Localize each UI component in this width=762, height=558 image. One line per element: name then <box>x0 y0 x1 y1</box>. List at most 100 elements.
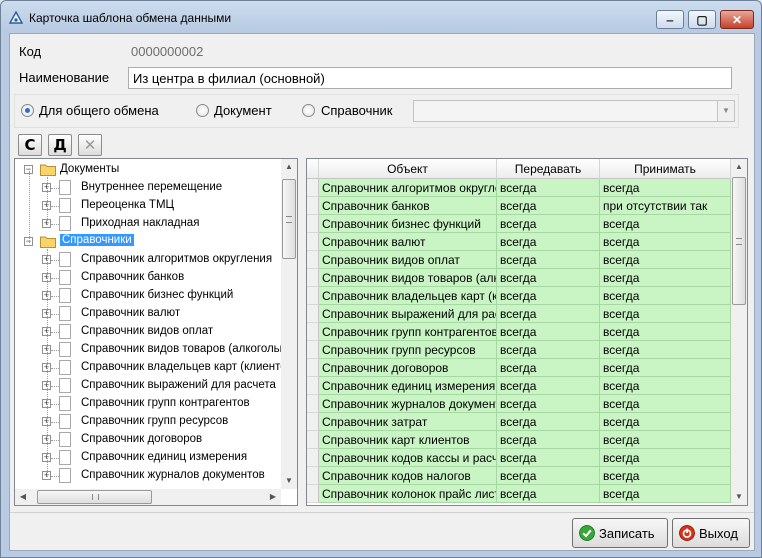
table-cell[interactable]: всегда <box>497 251 600 269</box>
row-indicator[interactable] <box>307 431 319 449</box>
table-cell[interactable]: Справочник групп контрагентов <box>319 323 497 341</box>
tree-item-label[interactable]: Приходная накладная <box>81 217 199 229</box>
radio-reference[interactable] <box>302 104 315 117</box>
table-cell[interactable]: всегда <box>497 359 600 377</box>
tree-item-label[interactable]: Справочник единиц измерения <box>81 451 247 463</box>
table-cell[interactable]: всегда <box>497 305 600 323</box>
table-row[interactable]: Справочник групп ресурсов всегда всегда <box>307 341 731 359</box>
table-cell[interactable]: всегда <box>600 341 731 359</box>
table-row[interactable]: Справочник выражений для расчетавсегдавс… <box>307 305 731 323</box>
row-indicator[interactable] <box>307 413 319 431</box>
row-indicator[interactable] <box>307 449 319 467</box>
minimize-button[interactable]: ‒ <box>656 10 684 29</box>
radio-reference-label[interactable]: Справочник <box>321 103 393 118</box>
row-indicator[interactable] <box>307 287 319 305</box>
scroll-up-icon[interactable]: ▲ <box>731 159 747 175</box>
delete-button[interactable]: Д <box>48 134 72 156</box>
tree-hscroll-thumb[interactable] <box>37 490 152 504</box>
table-row[interactable]: Справочник валют всегда всегда <box>307 233 731 251</box>
table-row[interactable]: Справочник договоров всегда всегда <box>307 359 731 377</box>
radio-document-label[interactable]: Документ <box>214 103 272 118</box>
table-cell[interactable]: всегда <box>497 323 600 341</box>
table-row[interactable]: Справочник кодов налогов всегда всегда <box>307 467 731 485</box>
table-cell[interactable]: Справочник валют <box>319 233 497 251</box>
table-cell[interactable]: всегда <box>600 359 731 377</box>
tree-item-label[interactable]: Справочник банков <box>81 271 184 283</box>
title-bar[interactable]: Карточка шаблона обмена данными ‒ ▢ ✕ <box>1 1 761 33</box>
table-cell[interactable]: Справочник банков <box>319 197 497 215</box>
tree-item-label[interactable]: Справочник видов товаров (алкогольная пр… <box>81 343 297 355</box>
table-cell[interactable]: Справочник договоров <box>319 359 497 377</box>
clear-button[interactable]: ✕ <box>78 134 102 156</box>
tree-group-row[interactable]: − Документы <box>15 161 279 179</box>
table-cell[interactable]: всегда <box>600 449 731 467</box>
table-cell[interactable]: всегда <box>497 395 600 413</box>
table-cell[interactable]: Справочник единиц измерения <box>319 377 497 395</box>
table-cell[interactable]: Справочник журналов документов <box>319 395 497 413</box>
table-cell[interactable]: всегда <box>600 269 731 287</box>
table-cell[interactable]: Справочник кодов кассы и расчета <box>319 449 497 467</box>
radio-general-exchange-label[interactable]: Для общего обмена <box>39 103 159 118</box>
table-cell[interactable]: Справочник затрат <box>319 413 497 431</box>
row-indicator[interactable] <box>307 467 319 485</box>
table-cell[interactable]: всегда <box>600 395 731 413</box>
table-cell[interactable]: всегда <box>600 467 731 485</box>
tree-horizontal-scrollbar[interactable]: ◀ ▶ <box>15 489 281 505</box>
radio-general-exchange[interactable] <box>21 104 34 117</box>
row-indicator[interactable] <box>307 359 319 377</box>
table-cell[interactable]: всегда <box>497 179 600 197</box>
scroll-up-icon[interactable]: ▲ <box>281 159 297 175</box>
table-cell[interactable]: Справочник видов товаров (алкогольная пр… <box>319 269 497 287</box>
table-cell[interactable]: всегда <box>600 305 731 323</box>
column-header-receive[interactable]: Принимать <box>600 159 731 179</box>
create-button[interactable]: С <box>18 134 42 156</box>
table-cell[interactable]: Справочник выражений для расчета <box>319 305 497 323</box>
scroll-down-icon[interactable]: ▼ <box>731 489 747 505</box>
row-indicator[interactable] <box>307 377 319 395</box>
tree-group-label[interactable]: Документы <box>60 163 119 175</box>
column-header-send[interactable]: Передавать <box>497 159 600 179</box>
table-cell[interactable]: всегда <box>600 323 731 341</box>
row-indicator[interactable] <box>307 269 319 287</box>
radio-document[interactable] <box>196 104 209 117</box>
table-cell[interactable]: всегда <box>497 377 600 395</box>
table-row[interactable]: Справочник колонок прайс листа всегда всег… <box>307 485 731 503</box>
row-indicator[interactable] <box>307 323 319 341</box>
table-cell[interactable]: Справочник алгоритмов округления <box>319 179 497 197</box>
table-cell[interactable]: всегда <box>497 431 600 449</box>
table-row[interactable]: Справочник журналов документов всегда всег… <box>307 395 731 413</box>
chevron-down-icon[interactable]: ▼ <box>717 101 734 121</box>
table-cell[interactable]: Справочник бизнес функций <box>319 215 497 233</box>
close-button[interactable]: ✕ <box>720 10 754 29</box>
grid-vertical-scrollbar[interactable]: ▲ ▼ <box>731 159 747 505</box>
table-row[interactable]: Справочник карт клиентов всегда всегда <box>307 431 731 449</box>
row-indicator[interactable] <box>307 233 319 251</box>
table-cell[interactable]: всегда <box>497 413 600 431</box>
table-cell[interactable]: Справочник владельцев карт (клиентов) <box>319 287 497 305</box>
tree-group-label[interactable]: Справочники <box>60 234 134 246</box>
table-cell[interactable]: всегда <box>600 179 731 197</box>
tree-group-row[interactable]: − Справочники <box>15 233 279 251</box>
save-button[interactable]: Записать <box>572 518 668 548</box>
tree-item-label[interactable]: Справочник валют <box>81 307 180 319</box>
tree-vertical-scrollbar[interactable]: ▲ ▼ <box>281 159 297 489</box>
table-cell[interactable]: всегда <box>600 233 731 251</box>
grid-scroll-thumb[interactable] <box>732 177 746 305</box>
table-cell[interactable]: всегда <box>600 485 731 503</box>
table-cell[interactable]: Справочник карт клиентов <box>319 431 497 449</box>
table-cell[interactable]: всегда <box>497 287 600 305</box>
table-cell[interactable]: всегда <box>600 413 731 431</box>
table-cell[interactable]: Справочник колонок прайс листа <box>319 485 497 503</box>
table-cell[interactable]: Справочник кодов налогов <box>319 467 497 485</box>
name-input[interactable] <box>128 67 732 89</box>
table-cell[interactable]: всегда <box>600 377 731 395</box>
table-cell[interactable]: всегда <box>600 287 731 305</box>
exit-button[interactable]: Выход <box>672 518 750 548</box>
table-cell[interactable]: всегда <box>600 215 731 233</box>
tree-item-label[interactable]: Справочник владельцев карт (клиентов) <box>81 361 297 373</box>
table-cell[interactable]: Справочник видов оплат <box>319 251 497 269</box>
table-row[interactable]: Справочник видов товаров (алкогольная пр… <box>307 269 731 287</box>
tree-item-label[interactable]: Справочник групп контрагентов <box>81 397 250 409</box>
row-indicator[interactable] <box>307 305 319 323</box>
tree-item-label[interactable]: Справочник бизнес функций <box>81 289 233 301</box>
